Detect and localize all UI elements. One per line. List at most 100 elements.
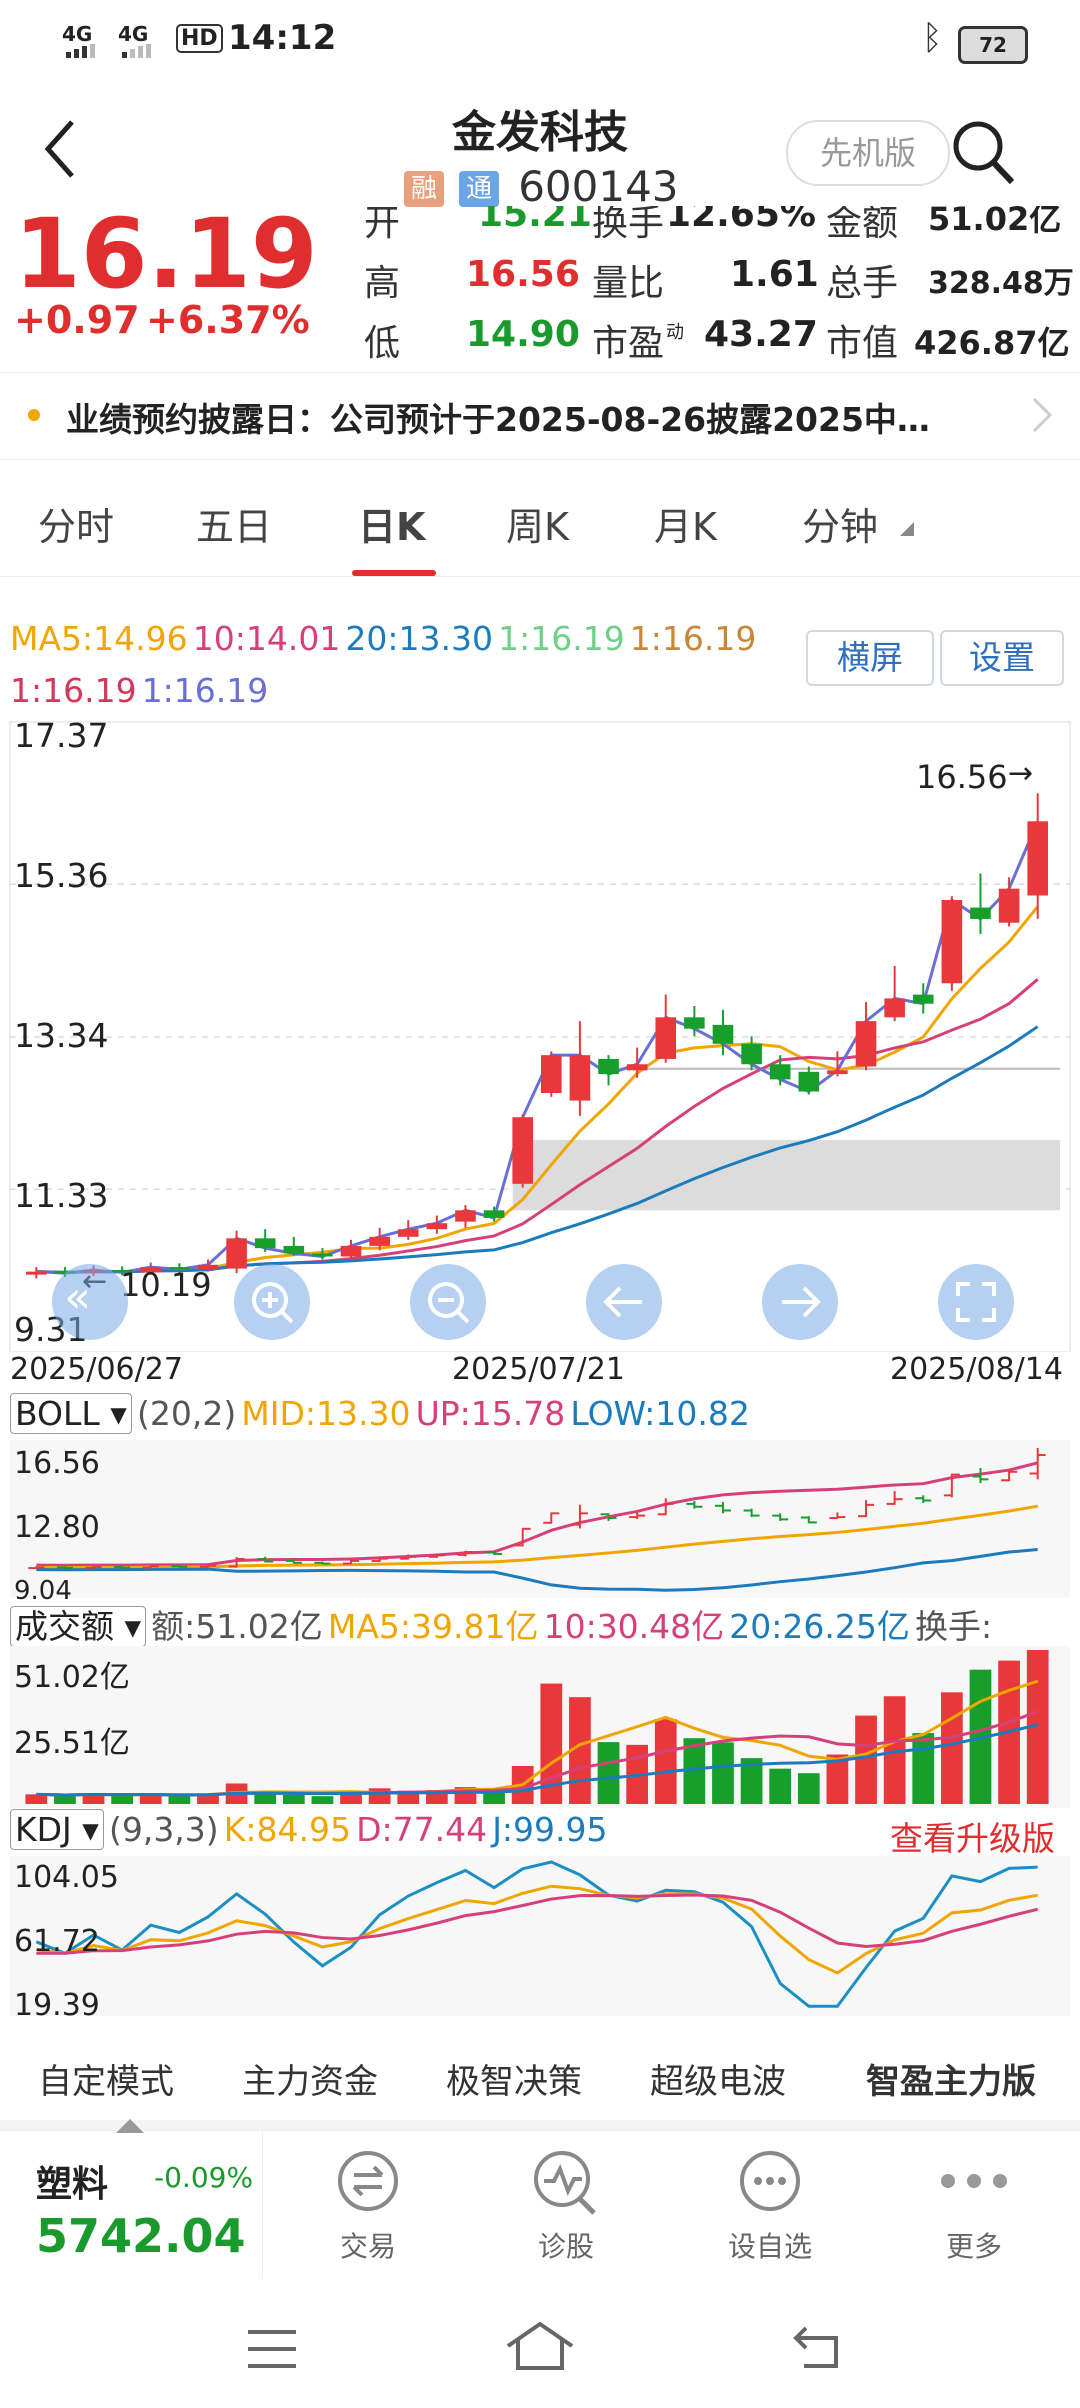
volume-chart[interactable] — [0, 1646, 1080, 1808]
search-icon[interactable] — [950, 116, 1016, 186]
tab-daily-k[interactable]: 日K — [358, 496, 425, 551]
date-start: 2025/06/27 — [10, 1352, 183, 1387]
earnings-notice[interactable]: 业绩预约披露日：公司预计于2025-08-26披露2025中… — [0, 372, 1080, 460]
pe-value: 43.27 — [704, 314, 818, 355]
amount-value: 51.02亿 — [928, 206, 1062, 238]
volume-bar — [712, 1742, 734, 1804]
pioneer-mode-button[interactable]: 先机版 — [786, 120, 950, 186]
candle-body — [312, 1253, 333, 1257]
volume-indicator-select[interactable]: 成交额 ▾ — [10, 1606, 147, 1647]
volume-ma5: MA5:39.81亿 — [327, 1607, 539, 1646]
candle-body — [483, 1210, 505, 1218]
kdj-tick-2: 61.72 — [14, 1924, 100, 1959]
menu-pro-version[interactable]: 智盈主力版 — [866, 2054, 1036, 2103]
candle-body — [569, 1055, 591, 1101]
pe-sup: 动 — [666, 322, 684, 343]
price-tick-1: 17.37 — [14, 716, 109, 755]
volume-bar — [111, 1795, 134, 1804]
boll-low: LOW:10.82 — [570, 1394, 750, 1433]
trade-icon — [338, 2151, 398, 2211]
menu-smart-decision[interactable]: 极智决策 — [446, 2054, 582, 2103]
candle-body — [712, 1024, 734, 1044]
dock-more[interactable]: 更多 — [924, 2145, 1024, 2265]
index-name: 塑料 — [36, 2164, 109, 2205]
turnover-label: 换手 — [592, 206, 665, 244]
dock-diagnose-label: 诊股 — [537, 2230, 594, 2263]
kdj-d: D:77.44 — [356, 1810, 488, 1849]
active-tab-indicator — [352, 570, 436, 576]
candle-body — [541, 1055, 562, 1094]
dock-trade[interactable]: 交易 — [318, 2145, 418, 2265]
candle-body — [283, 1245, 305, 1254]
menu-custom-mode[interactable]: 自定模式 — [38, 2054, 174, 2103]
boll-mid: MID:13.30 — [241, 1394, 411, 1433]
max-price-marker: 16.56 — [916, 758, 1008, 796]
candle-body — [455, 1210, 476, 1222]
zoom-out-control[interactable] — [410, 1264, 486, 1340]
pe-label: 市盈 — [592, 323, 665, 364]
boll-indicator-select[interactable]: BOLL ▾ — [10, 1393, 132, 1434]
index-change: -0.09% — [154, 2161, 254, 2194]
bluetooth-icon: ᛒ — [922, 18, 943, 58]
dock-add-watchlist-label: 设自选 — [727, 2230, 812, 2263]
candle-body — [1027, 821, 1048, 896]
total-hands-label: 总手 — [826, 263, 899, 304]
status-bar: 4G 4G HD 14:12 ᛒ 72 — [0, 0, 1080, 80]
volume-tick-2: 25.51亿 — [14, 1726, 130, 1761]
triangle-up-icon — [116, 2119, 144, 2133]
ma-l3-legend: 1:16.19 — [10, 671, 137, 710]
system-nav-bar — [0, 2290, 1080, 2408]
arrow-right-icon — [782, 1286, 821, 1318]
tab-five-day[interactable]: 五日 — [196, 496, 272, 551]
tab-intraday[interactable]: 分时 — [38, 496, 114, 551]
candle-body — [998, 888, 1020, 923]
menu-super-wave[interactable]: 超级电波 — [650, 2054, 786, 2103]
candle-body — [26, 1271, 47, 1275]
kdj-indicator-select[interactable]: KDJ ▾ — [10, 1809, 104, 1850]
quote-panel: 16.19 +0.97 +6.37% 开 15.21 换手 12.65% 金额 … — [0, 206, 1080, 370]
margin-tag: 融 — [404, 171, 444, 207]
kdj-legend: KDJ ▾ (9,3,3) K:84.95 D:77.44 J:99.95 — [10, 1809, 608, 1850]
ma10-line — [36, 978, 1039, 1274]
index-ticker[interactable]: 塑料 -0.09% 5742.04 — [0, 2119, 263, 2279]
scroll-left-control[interactable] — [586, 1264, 662, 1340]
ma-l4-legend: 1:16.19 — [141, 671, 269, 710]
menu-icon[interactable] — [244, 2326, 300, 2372]
landscape-button[interactable]: 横屏 — [806, 630, 934, 686]
fullscreen-control[interactable] — [938, 1264, 1014, 1340]
battery-level: 72 — [979, 33, 1007, 57]
tab-minute[interactable]: 分钟 — [802, 496, 878, 551]
home-icon[interactable] — [504, 2320, 576, 2372]
zoom-out-icon — [428, 1282, 470, 1324]
chart-settings-button[interactable]: 设置 — [940, 630, 1064, 686]
volume-bar — [368, 1788, 391, 1804]
candle-body — [655, 1017, 677, 1059]
dock-diagnose[interactable]: 诊股 — [516, 2145, 616, 2265]
max-arrow-icon: → — [1008, 756, 1034, 791]
date-end: 2025/08/14 — [890, 1352, 1063, 1387]
candle-body — [397, 1229, 419, 1237]
ma-l1-legend: 1:16.19 — [498, 619, 625, 658]
double-chevron-left-icon: « — [64, 1272, 91, 1323]
high-label: 高 — [364, 263, 401, 304]
menu-main-funds[interactable]: 主力资金 — [242, 2054, 378, 2103]
boll-chart[interactable] — [0, 1440, 1080, 1598]
kline-chart[interactable] — [0, 712, 1080, 1352]
tab-monthly-k[interactable]: 月K — [654, 496, 717, 551]
zoom-in-control[interactable] — [234, 1264, 310, 1340]
upgrade-link[interactable]: 查看升级版 — [890, 1812, 1055, 1860]
back-nav-icon[interactable] — [792, 2324, 848, 2370]
dock-add-watchlist[interactable]: 设自选 — [720, 2145, 820, 2265]
kdj-tick-1: 104.05 — [14, 1860, 119, 1895]
low-label: 低 — [364, 323, 401, 364]
rewind-control[interactable]: « — [52, 1264, 128, 1340]
boll-legend: BOLL ▾ (20,2) MID:13.30 UP:15.78 LOW:10.… — [10, 1393, 750, 1434]
scroll-right-control[interactable] — [762, 1264, 838, 1340]
candle-body — [769, 1064, 791, 1080]
tab-weekly-k[interactable]: 周K — [506, 496, 569, 551]
boll-background — [10, 1440, 1070, 1598]
notice-text: 业绩预约披露日：公司预计于2025-08-26披露2025中… — [66, 400, 930, 439]
kdj-chart[interactable] — [0, 1856, 1080, 2016]
open-value: 15.21 — [478, 206, 592, 235]
candle-body — [884, 998, 905, 1018]
